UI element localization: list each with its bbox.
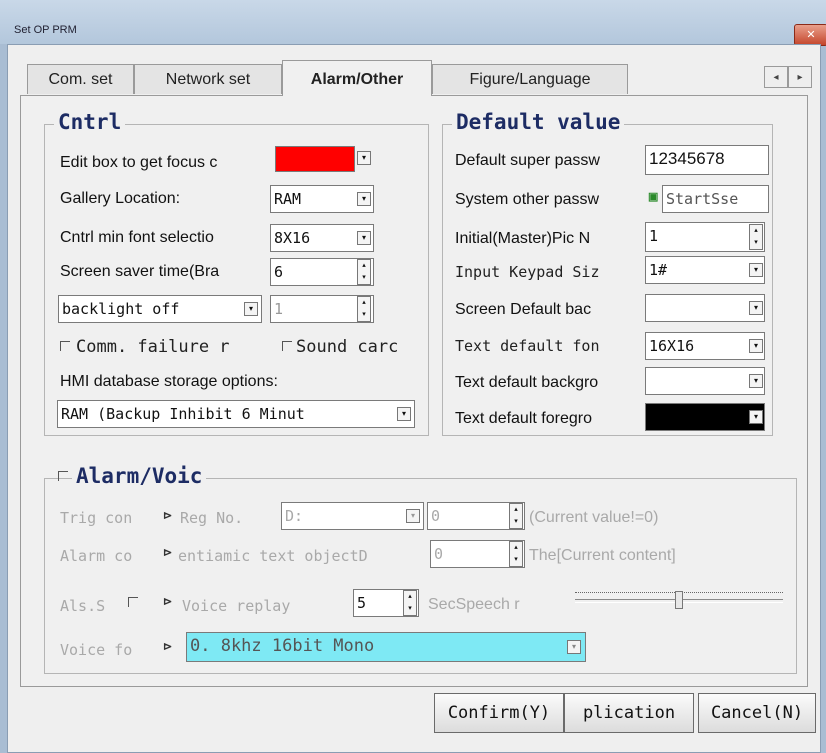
db-storage-dropdown-icon[interactable]: ▾	[397, 407, 411, 421]
screen-bg-dropdown-icon[interactable]: ▾	[749, 301, 763, 315]
cntrl-group-title: Cntrl	[54, 110, 126, 134]
edit-focus-color-swatch[interactable]	[275, 146, 355, 172]
edit-focus-dropdown-icon[interactable]: ▾	[357, 151, 371, 165]
format-chip-icon: ⊳	[163, 641, 173, 653]
reg-no-label: Reg No.	[180, 509, 244, 527]
text-fg-label: Text default foregro	[455, 410, 592, 427]
keypad-size-label: Input Keypad Siz	[455, 263, 600, 281]
keypad-size-select[interactable]: 1#	[645, 256, 765, 284]
screen-bg-color-select[interactable]	[645, 294, 765, 322]
slider-thumb[interactable]	[675, 591, 683, 609]
alarm-voice-checkbox[interactable]	[58, 471, 68, 481]
current-content-label: The[Current content]	[529, 547, 676, 564]
master-pic-input[interactable]: 1	[645, 222, 765, 252]
voice-replay-spinner-icon[interactable]: ▴ ▾	[403, 590, 417, 616]
edit-focus-label: Edit box to get focus c	[60, 154, 218, 171]
alarm-chip-icon: ⊳	[163, 547, 173, 559]
super-password-label: Default super passw	[455, 152, 600, 169]
comm-failure-label: Comm. failure r	[76, 337, 230, 357]
keypad-size-dropdown-icon[interactable]: ▾	[749, 263, 763, 277]
close-icon: ✕	[806, 29, 816, 41]
dynamic-text-spinner-icon[interactable]: ▴ ▾	[509, 541, 523, 567]
dynamic-text-label: entiamic text objectD	[178, 547, 368, 565]
super-password-input[interactable]: 12345678	[645, 145, 769, 175]
tab-scroll-right-icon[interactable]: ▸	[788, 66, 812, 88]
close-button[interactable]: ✕	[794, 24, 826, 46]
db-storage-select[interactable]: RAM (Backup Inhibit 6 Minut	[57, 400, 415, 428]
trig-spinner-icon[interactable]: ▴ ▾	[509, 503, 523, 529]
tab-scroll-left-icon[interactable]: ◂	[764, 66, 788, 88]
text-font-label: Text default fon	[455, 337, 600, 355]
voice-format-label: Voice fo	[60, 641, 133, 659]
confirm-button[interactable]: Confirm(Y)	[434, 693, 564, 733]
db-storage-label: HMI database storage options:	[60, 373, 278, 390]
title-bar	[0, 0, 826, 44]
screen-bg-label: Screen Default bac	[455, 301, 592, 318]
other-password-label: System other passw	[455, 191, 600, 208]
text-bg-label: Text default backgro	[455, 374, 599, 391]
tab-figure-language[interactable]: Figure/Language	[432, 64, 628, 94]
sec-speech-label: SecSpeech r	[428, 596, 520, 613]
voice-format-dropdown-icon[interactable]: ▾	[567, 640, 581, 654]
backlight-select[interactable]: backlight off	[58, 295, 262, 323]
master-pic-label: Initial(Master)Pic N	[455, 230, 591, 247]
reg-no-select[interactable]: D:	[281, 502, 424, 530]
tab-alarm-other[interactable]: Alarm/Other	[282, 60, 432, 96]
font-selection-dropdown-icon[interactable]: ▾	[357, 231, 371, 245]
text-bg-dropdown-icon[interactable]: ▾	[749, 374, 763, 388]
sound-card-label: Sound carc	[296, 337, 399, 357]
screen-saver-label: Screen saver time(Bra	[60, 263, 220, 280]
default-value-group-title: Default value	[452, 110, 625, 134]
other-password-input[interactable]: StartSse	[662, 185, 769, 213]
current-value-label: (Current value!=0)	[529, 509, 659, 526]
text-bg-color-select[interactable]	[645, 367, 765, 395]
als-checkbox[interactable]	[128, 597, 138, 607]
voice-format-select[interactable]: 0. 8khz 16bit Mono	[186, 632, 586, 662]
voice-replay-label: Voice replay	[182, 597, 291, 615]
trig-label: Trig con	[60, 509, 133, 527]
reg-no-dropdown-icon[interactable]: ▾	[406, 509, 420, 523]
password-key-icon: ▣	[648, 191, 659, 203]
sound-card-checkbox[interactable]	[282, 341, 292, 351]
gallery-location-dropdown-icon[interactable]: ▾	[357, 192, 371, 206]
text-font-dropdown-icon[interactable]: ▾	[749, 339, 763, 353]
alarm-content-label: Alarm co	[60, 547, 133, 565]
gallery-location-label: Gallery Location:	[60, 190, 181, 207]
text-fg-color-swatch[interactable]	[645, 403, 765, 431]
speech-rate-slider[interactable]	[575, 582, 783, 616]
screen-saver-spinner-icon[interactable]: ▴ ▾	[357, 259, 371, 285]
voice-chip-icon: ⊳	[163, 596, 173, 608]
font-selection-label: Cntrl min font selectio	[60, 229, 214, 246]
application-button[interactable]: plication	[564, 693, 694, 733]
backlight-dropdown-icon[interactable]: ▾	[244, 302, 258, 316]
text-fg-dropdown-icon[interactable]: ▾	[749, 410, 763, 424]
trig-chip-icon: ⊳	[163, 510, 173, 522]
comm-failure-checkbox[interactable]	[60, 341, 70, 351]
window-title: Set OP PRM	[14, 24, 77, 36]
alarm-voice-group-title: Alarm/Voic	[72, 464, 207, 488]
tab-network-set[interactable]: Network set	[134, 64, 282, 94]
tab-com-set[interactable]: Com. set	[27, 64, 134, 94]
text-font-select[interactable]: 16X16	[645, 332, 765, 360]
cancel-button[interactable]: Cancel(N)	[698, 693, 816, 733]
master-pic-spinner-icon[interactable]: ▴ ▾	[749, 224, 763, 250]
backlight-spinner-icon[interactable]: ▴ ▾	[357, 296, 371, 322]
